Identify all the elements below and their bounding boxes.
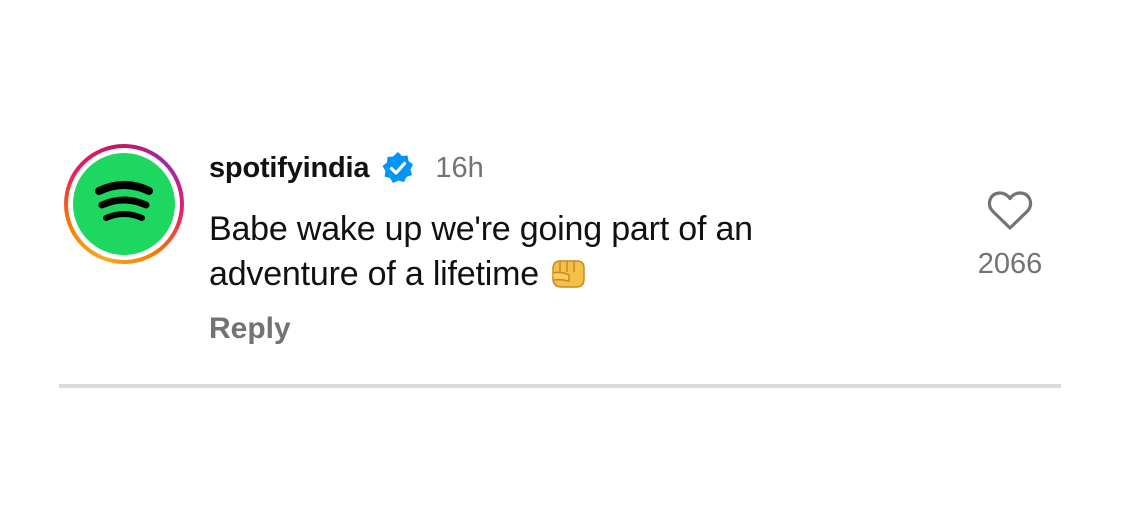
comment-text: Babe wake up we're going part of an adve…	[209, 210, 753, 293]
avatar-border	[68, 148, 180, 260]
like-button[interactable]	[986, 188, 1034, 232]
verified-badge-icon	[381, 151, 415, 185]
like-count: 2066	[977, 248, 1043, 280]
divider	[59, 384, 1061, 388]
avatar[interactable]	[64, 144, 184, 264]
fist-emoji-icon	[547, 255, 587, 291]
comment-meta: spotifyindia 16h	[209, 148, 484, 188]
comment-body: Babe wake up we're going part of an adve…	[209, 207, 889, 297]
comment-timestamp: 16h	[435, 151, 484, 184]
reply-button[interactable]: Reply	[209, 312, 291, 346]
username-link[interactable]: spotifyindia	[209, 152, 370, 185]
heart-outline-icon	[987, 191, 1033, 230]
spotify-logo-icon	[73, 153, 175, 255]
comment-item: spotifyindia 16h Babe wake up we're goin…	[0, 0, 1139, 507]
